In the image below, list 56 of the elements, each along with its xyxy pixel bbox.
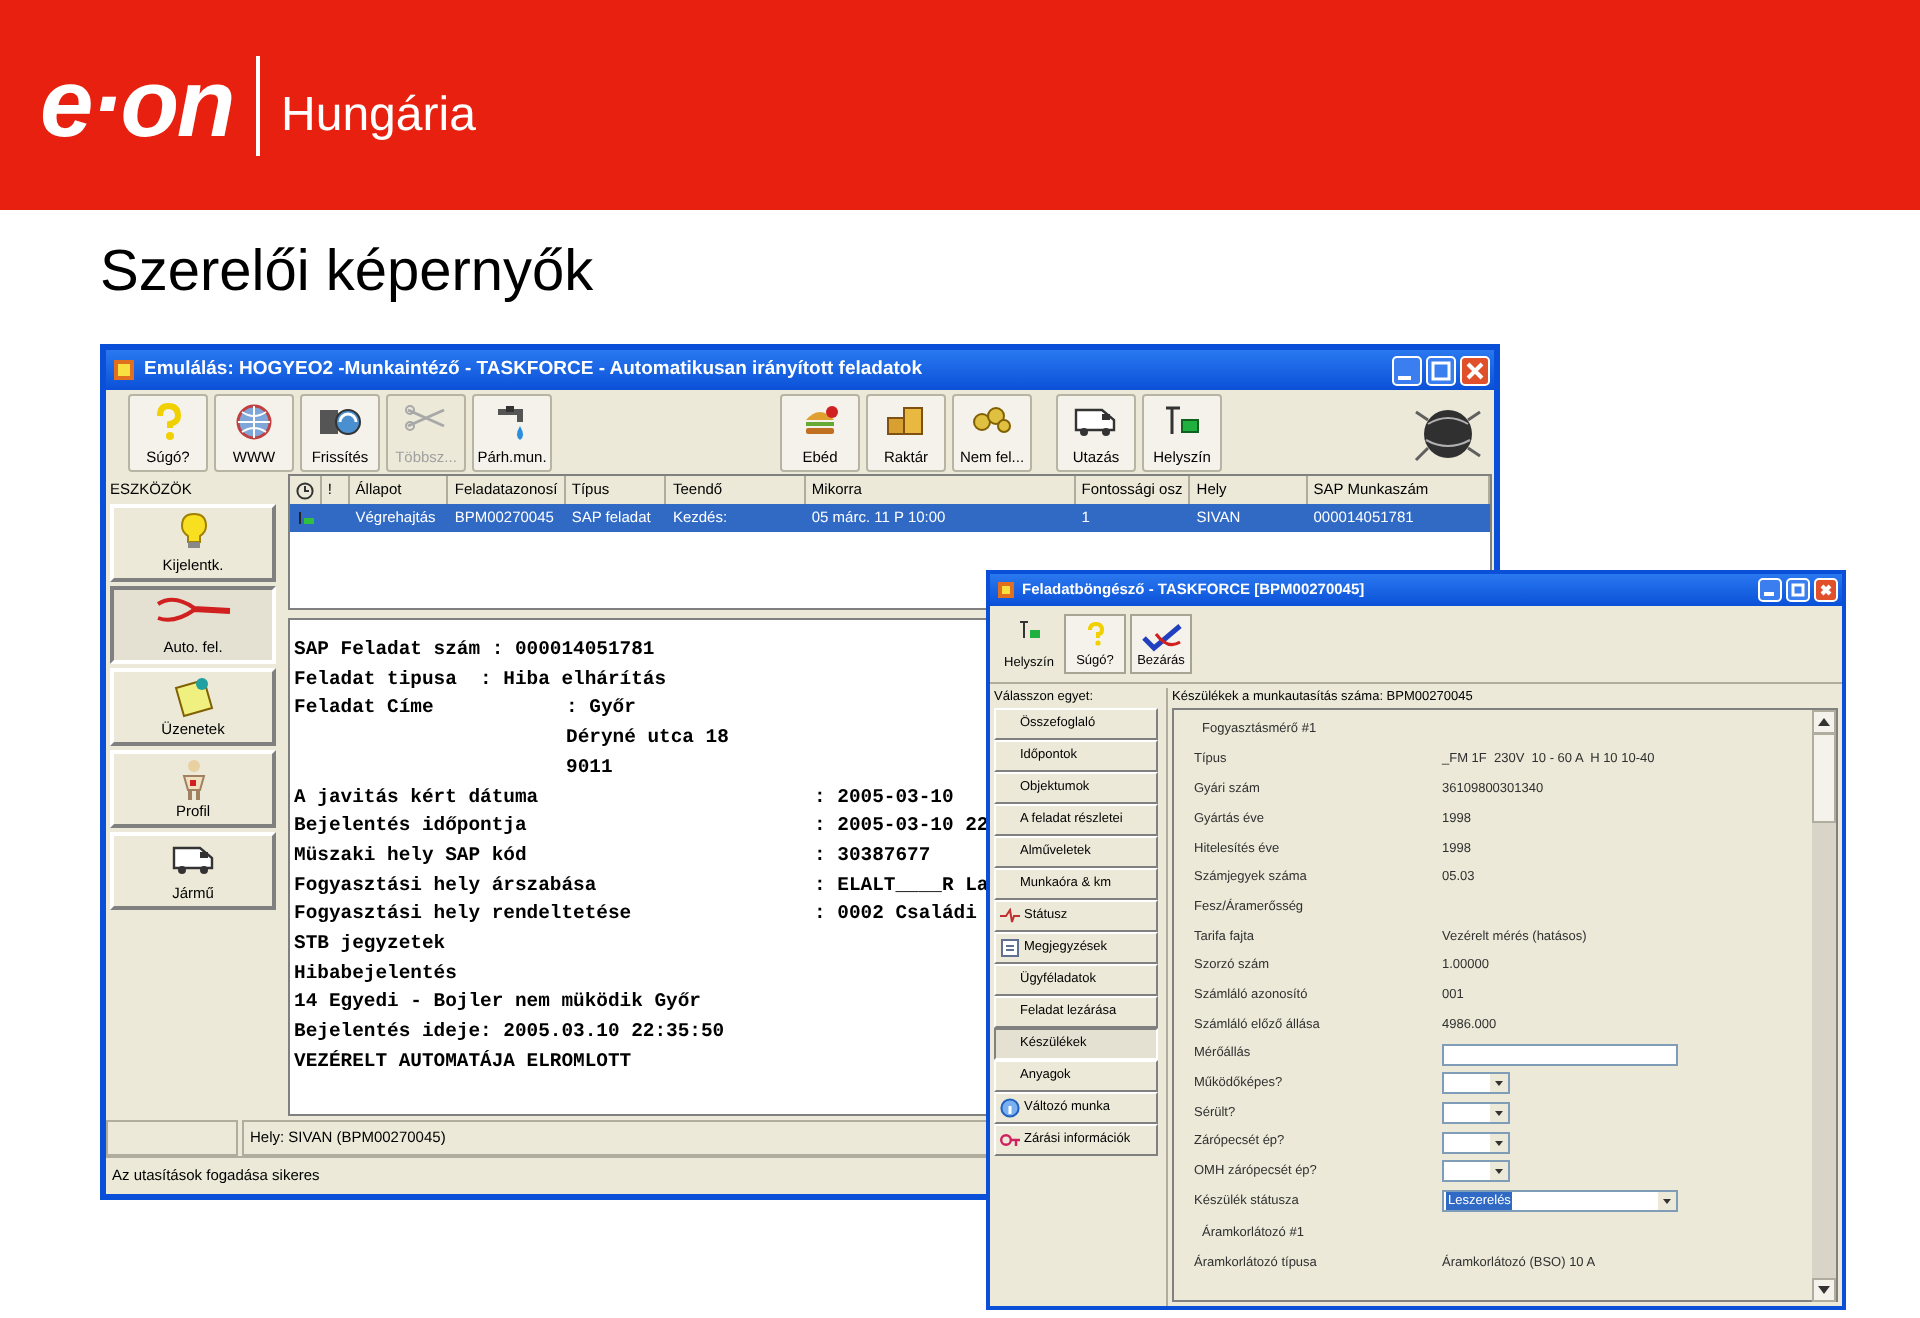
detail-line: Bejelentés ideje: 2005.03.10 22:35:50 [294,1018,725,1047]
dropdown[interactable] [1442,1072,1510,1095]
detail-value: : Győr [566,694,636,723]
clock-icon [295,481,314,499]
detail-line: Hibabejelentés [294,959,457,988]
flag-icon [1162,401,1202,437]
detail-label: Feladat Címe [294,696,434,719]
detail-label: Müszaki hely SAP kód [294,843,527,866]
text-field[interactable] [1442,1043,1678,1066]
pliers-icon [153,594,233,626]
detail-value: : 2005-03-10 22 [814,812,989,841]
detail-value: : 2005-03-10 [814,783,954,812]
help-icon [1083,622,1107,646]
app-icon [112,358,136,382]
detail-label: A javitás kért dátuma [294,785,539,808]
app-icon [996,580,1016,600]
boxes-icon [884,401,928,437]
detail-value: 9011 [566,753,613,782]
detail-value: Déryné utca 18 [566,724,729,753]
globe-icon [234,401,274,441]
close-icon [1460,355,1490,385]
detail-label: Fogyasztási hely árszabása [294,873,597,896]
minimize-icon [1758,578,1782,602]
bulb-icon [177,512,209,552]
region-label: Hungária [281,91,476,139]
flag-icon [1017,620,1041,640]
close-check-icon [1139,622,1183,654]
detail-line: SAP Feladat szám : 000014051781 [294,636,655,664]
info-icon [1000,1098,1020,1118]
dropdown[interactable] [1442,1102,1510,1125]
burger-icon [800,401,840,437]
detail-line: STB jegyzetek [294,930,446,959]
detail-line: 14 Egyedi - Bojler nem müködik Győr [294,988,701,1017]
wave-icon [1000,908,1020,924]
detail-value: : 30387677 [814,841,931,870]
logo-text: e·on [40,57,234,153]
note-icon [169,676,217,720]
status-flag-icon [296,510,315,526]
detail-line: VEZÉRELT AUTOMATÁJA ELROMLOTT [294,1047,632,1076]
slide-title: Szerelői képernyők [98,238,596,306]
minimize-icon [1392,355,1422,385]
detail-label: Bejelentés időpontja [294,814,527,837]
close-icon [1814,578,1838,602]
notepad-icon [1000,938,1020,958]
person-icon [177,758,209,802]
detail-value: : ELALT____R La [814,871,989,900]
maximize-icon [1786,578,1810,602]
dropdown[interactable] [1442,1131,1510,1154]
detail-line: Feladat tipusa : Hiba elhárítás [294,665,667,694]
scissors-icon [404,401,448,437]
detail-label: Fogyasztási hely rendeltetése [294,902,632,925]
key-icon [1000,1132,1020,1148]
maximize-icon [1426,355,1456,385]
detail-value: : 0002 Családi [814,900,977,929]
dropdown[interactable] [1442,1160,1510,1183]
window-title: Emulálás: HOGYEO2 -Munkaintéző - TASKFORCE - Automatikusan irányított feladatok [144,355,923,384]
